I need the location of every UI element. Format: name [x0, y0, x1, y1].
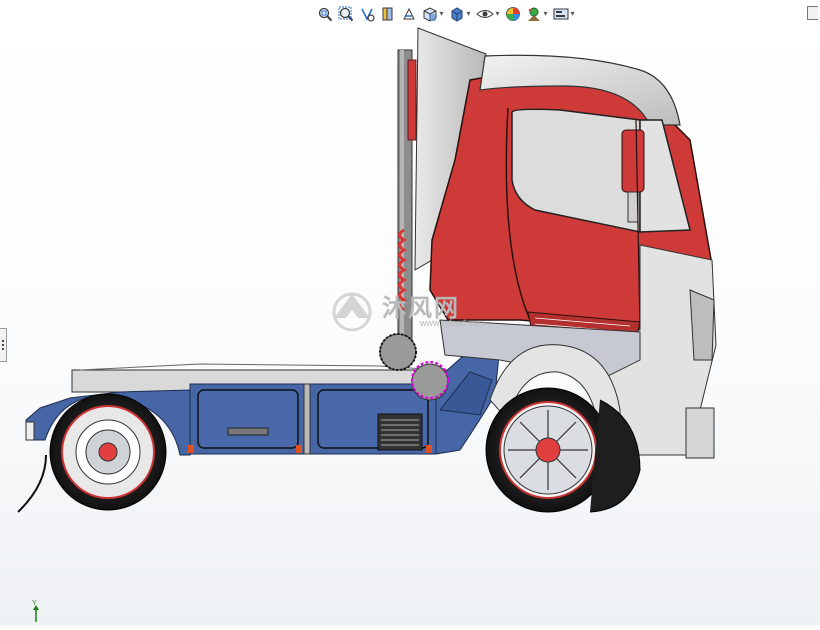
- rear-wheel: [49, 393, 167, 511]
- watermark-url: www.mfcad.com: [420, 318, 486, 328]
- vent-grille: [377, 413, 423, 451]
- front-wheel: [485, 387, 611, 513]
- triad-axis-label: Y: [32, 600, 37, 607]
